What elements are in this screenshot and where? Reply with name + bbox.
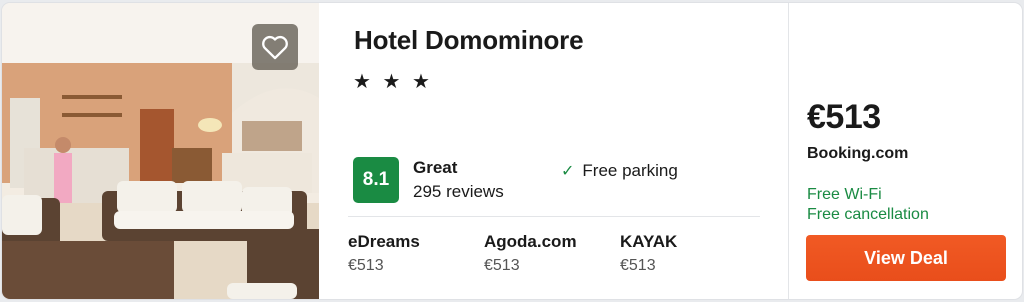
provider-name: Agoda.com [484, 232, 577, 251]
hotel-name[interactable]: Hotel Domominore [354, 25, 584, 56]
provider-price: €513 [620, 257, 656, 274]
review-count[interactable]: 295 reviews [413, 182, 504, 202]
amenity-free-parking: ✓ Free parking [561, 161, 678, 181]
provider-price: €513 [348, 257, 384, 274]
rating-score-badge: 8.1 [353, 157, 399, 203]
best-price-site: Booking.com [807, 145, 909, 162]
provider-name: KAYAK [620, 232, 678, 251]
provider-deal-edreams[interactable]: eDreams €513 [348, 232, 420, 275]
amenity-label: Free parking [582, 161, 678, 180]
perk-free-cancellation: Free cancellation [807, 206, 929, 223]
provider-deal-agoda[interactable]: Agoda.com €513 [484, 232, 577, 275]
rating-label: Great [413, 158, 458, 177]
favorite-button[interactable] [252, 24, 298, 70]
divider [348, 216, 760, 217]
heart-icon [262, 35, 288, 60]
check-icon: ✓ [561, 163, 575, 180]
view-deal-button[interactable]: View Deal [806, 235, 1006, 281]
provider-name: eDreams [348, 232, 420, 251]
column-divider [788, 3, 789, 299]
hotel-photo[interactable] [2, 3, 319, 299]
best-price: €513 [807, 98, 881, 136]
perk-free-wifi: Free Wi-Fi [807, 186, 882, 203]
star-rating: ★ ★ ★ [353, 71, 433, 93]
provider-deal-kayak[interactable]: KAYAK €513 [620, 232, 677, 275]
provider-price: €513 [484, 257, 520, 274]
hotel-result-card[interactable]: Hotel Domominore ★ ★ ★ 8.1 Great 295 rev… [2, 3, 1022, 299]
